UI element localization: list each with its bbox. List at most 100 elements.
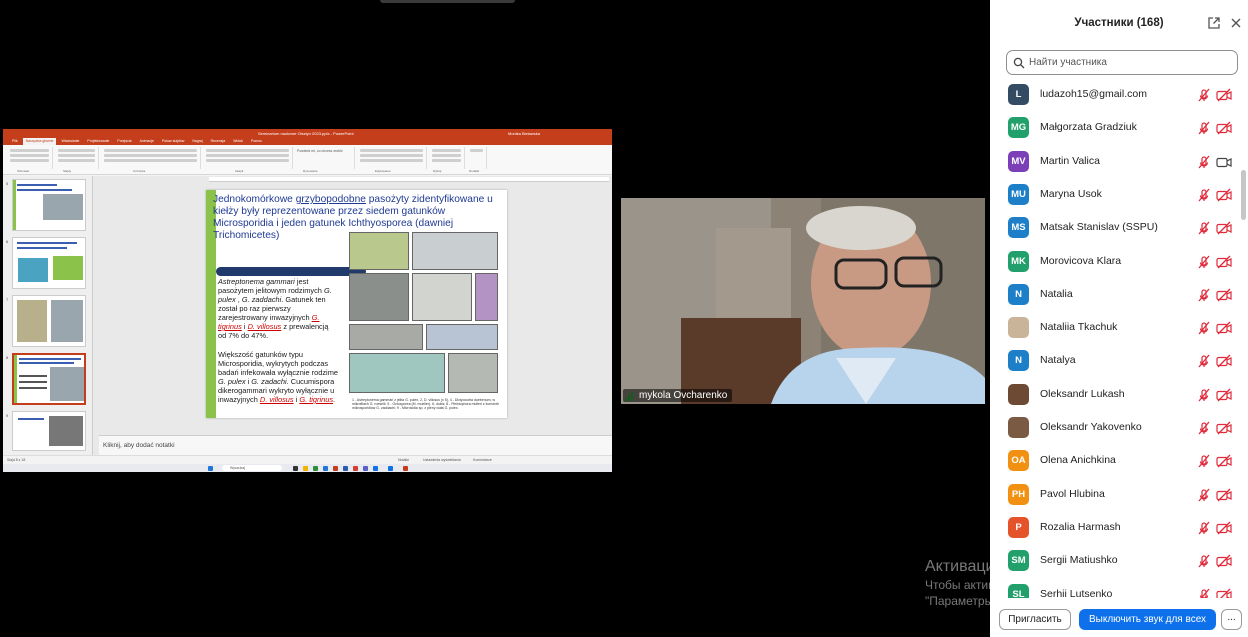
mic-muted-icon[interactable] — [1197, 388, 1211, 402]
video-off-icon[interactable] — [1216, 454, 1232, 468]
mic-muted-icon[interactable] — [1197, 454, 1211, 468]
excel-icon[interactable] — [313, 466, 318, 471]
ribbon-tab[interactable]: Recenzja — [208, 138, 229, 145]
mic-muted-icon[interactable] — [1197, 288, 1211, 302]
ribbon-tab[interactable]: Przejścia — [114, 138, 134, 145]
mic-muted-icon[interactable] — [1197, 121, 1211, 135]
teams-icon[interactable] — [363, 466, 368, 471]
powerpoint-icon[interactable] — [333, 466, 338, 471]
slide-paragraph-1: Astreptonema gammari jest pasożytem jeli… — [218, 277, 332, 340]
mic-muted-icon[interactable] — [1197, 554, 1211, 568]
windows-taskbar: Wyszukaj — [3, 464, 612, 472]
app-icon[interactable] — [388, 466, 393, 471]
participant-name-label: mykola Ovcharenko — [623, 389, 733, 402]
participant-row[interactable]: Lludazoh15@gmail.com — [990, 78, 1242, 111]
top-toolbar-handle[interactable] — [380, 0, 515, 3]
participant-row[interactable]: MV Martin Valica — [990, 145, 1242, 178]
participant-row[interactable]: MK Morovicova Klara — [990, 245, 1242, 278]
video-off-icon[interactable] — [1216, 488, 1232, 502]
ribbon-tab[interactable]: Plik — [9, 138, 21, 145]
ribbon-tab[interactable]: Projektowanie — [84, 138, 112, 145]
video-off-icon[interactable] — [1216, 388, 1232, 402]
video-off-icon[interactable] — [1216, 221, 1232, 235]
slide-thumbnails: 5 6 7 8 9 — [3, 176, 93, 455]
video-on-icon[interactable] — [1216, 155, 1232, 169]
ribbon-tab[interactable]: Widok — [230, 138, 246, 145]
participant-row[interactable]: SM Sergii Matiushko — [990, 544, 1242, 577]
video-off-icon[interactable] — [1216, 354, 1232, 368]
ribbon: Powiedz mi, co chcesz zrobić Schowek Slaj… — [3, 145, 612, 175]
invite-button[interactable]: Пригласить — [999, 609, 1071, 630]
ribbon-group-clipboard — [7, 147, 53, 169]
explorer-icon[interactable] — [303, 466, 308, 471]
notes-pane[interactable]: Kliknij, aby dodać notatki — [99, 435, 612, 455]
video-off-icon[interactable] — [1216, 321, 1232, 335]
word-icon[interactable] — [343, 466, 348, 471]
ribbon-tab[interactable]: Pomoc — [248, 138, 265, 145]
participant-row[interactable]: MU Maryna Usok — [990, 178, 1242, 211]
participant-row[interactable]: P Rozalia Harmash — [990, 511, 1242, 544]
mic-muted-icon[interactable] — [1197, 155, 1211, 169]
video-off-icon[interactable] — [1216, 255, 1232, 269]
thumb-number: 7 — [6, 297, 9, 302]
more-button[interactable]: ... — [1221, 609, 1242, 630]
participant-search[interactable] — [1006, 50, 1238, 75]
participant-name: Natalia — [1040, 287, 1073, 300]
ribbon-tab[interactable]: Wstawianie — [58, 138, 82, 145]
popout-icon[interactable] — [1208, 17, 1220, 29]
ribbon-tab[interactable]: Pokaz slajdów — [159, 138, 187, 145]
current-slide[interactable]: Jednokomórkowe grzybopodobne pasożyty zi… — [206, 190, 507, 418]
participant-row[interactable]: N Natalya — [990, 344, 1242, 377]
slide-thumbnail[interactable] — [12, 237, 86, 289]
participant-row[interactable]: Nataliia Tkachuk — [990, 311, 1242, 344]
participant-row[interactable]: PH Pavol Hlubina — [990, 478, 1242, 511]
mic-muted-icon[interactable] — [1197, 588, 1211, 599]
slide-thumbnail-selected[interactable] — [12, 353, 86, 405]
taskbar-search[interactable]: Wyszukaj — [222, 465, 282, 471]
participant-row[interactable]: Oleksandr Yakovenko — [990, 411, 1242, 444]
participant-row[interactable]: N Natalia — [990, 278, 1242, 311]
avatar — [1008, 317, 1029, 339]
video-off-icon[interactable] — [1216, 554, 1232, 568]
participant-row[interactable]: MS Matsak Stanislav (SSPU) — [990, 211, 1242, 244]
participant-row[interactable]: OA Olena Anichkina — [990, 444, 1242, 477]
chrome-icon[interactable] — [353, 466, 358, 471]
participant-name: Natalya — [1040, 354, 1076, 367]
video-off-icon[interactable] — [1216, 88, 1232, 102]
ribbon-tab[interactable]: Nagraj — [189, 138, 205, 145]
mic-muted-icon[interactable] — [1197, 221, 1211, 235]
video-off-icon[interactable] — [1216, 188, 1232, 202]
zoom-icon[interactable] — [373, 466, 378, 471]
mic-muted-icon[interactable] — [1197, 488, 1211, 502]
ribbon-group-editing — [429, 147, 465, 169]
ribbon-tab[interactable]: Animacje — [137, 138, 157, 145]
mic-muted-icon[interactable] — [1197, 421, 1211, 435]
scrollbar[interactable] — [1241, 170, 1246, 220]
video-off-icon[interactable] — [1216, 121, 1232, 135]
participant-row[interactable]: Oleksandr Lukash — [990, 378, 1242, 411]
video-off-icon[interactable] — [1216, 588, 1232, 599]
close-icon[interactable] — [1230, 17, 1242, 29]
edge-icon[interactable] — [323, 466, 328, 471]
search-input[interactable] — [1029, 54, 1229, 71]
mic-muted-icon[interactable] — [1197, 321, 1211, 335]
mic-muted-icon[interactable] — [1197, 88, 1211, 102]
video-off-icon[interactable] — [1216, 421, 1232, 435]
participant-row[interactable]: SL Serhii Lutsenko — [990, 578, 1242, 599]
taskview-icon[interactable] — [293, 466, 298, 471]
mic-muted-icon[interactable] — [1197, 188, 1211, 202]
mute-all-button[interactable]: Выключить звук для всех — [1079, 609, 1216, 630]
video-off-icon[interactable] — [1216, 288, 1232, 302]
mic-muted-icon[interactable] — [1197, 354, 1211, 368]
slide-thumbnail[interactable] — [12, 295, 86, 347]
slide-thumbnail[interactable] — [12, 411, 86, 451]
app-icon[interactable] — [403, 466, 408, 471]
participant-video[interactable]: mykola Ovcharenko — [621, 198, 985, 404]
mic-muted-icon[interactable] — [1197, 521, 1211, 535]
start-icon[interactable] — [208, 466, 213, 471]
mic-muted-icon[interactable] — [1197, 255, 1211, 269]
participant-row[interactable]: MG Małgorzata Gradziuk — [990, 111, 1242, 144]
slide-thumbnail[interactable] — [12, 179, 86, 231]
ribbon-tab[interactable]: Narzędzia główne — [22, 138, 57, 145]
video-off-icon[interactable] — [1216, 521, 1232, 535]
